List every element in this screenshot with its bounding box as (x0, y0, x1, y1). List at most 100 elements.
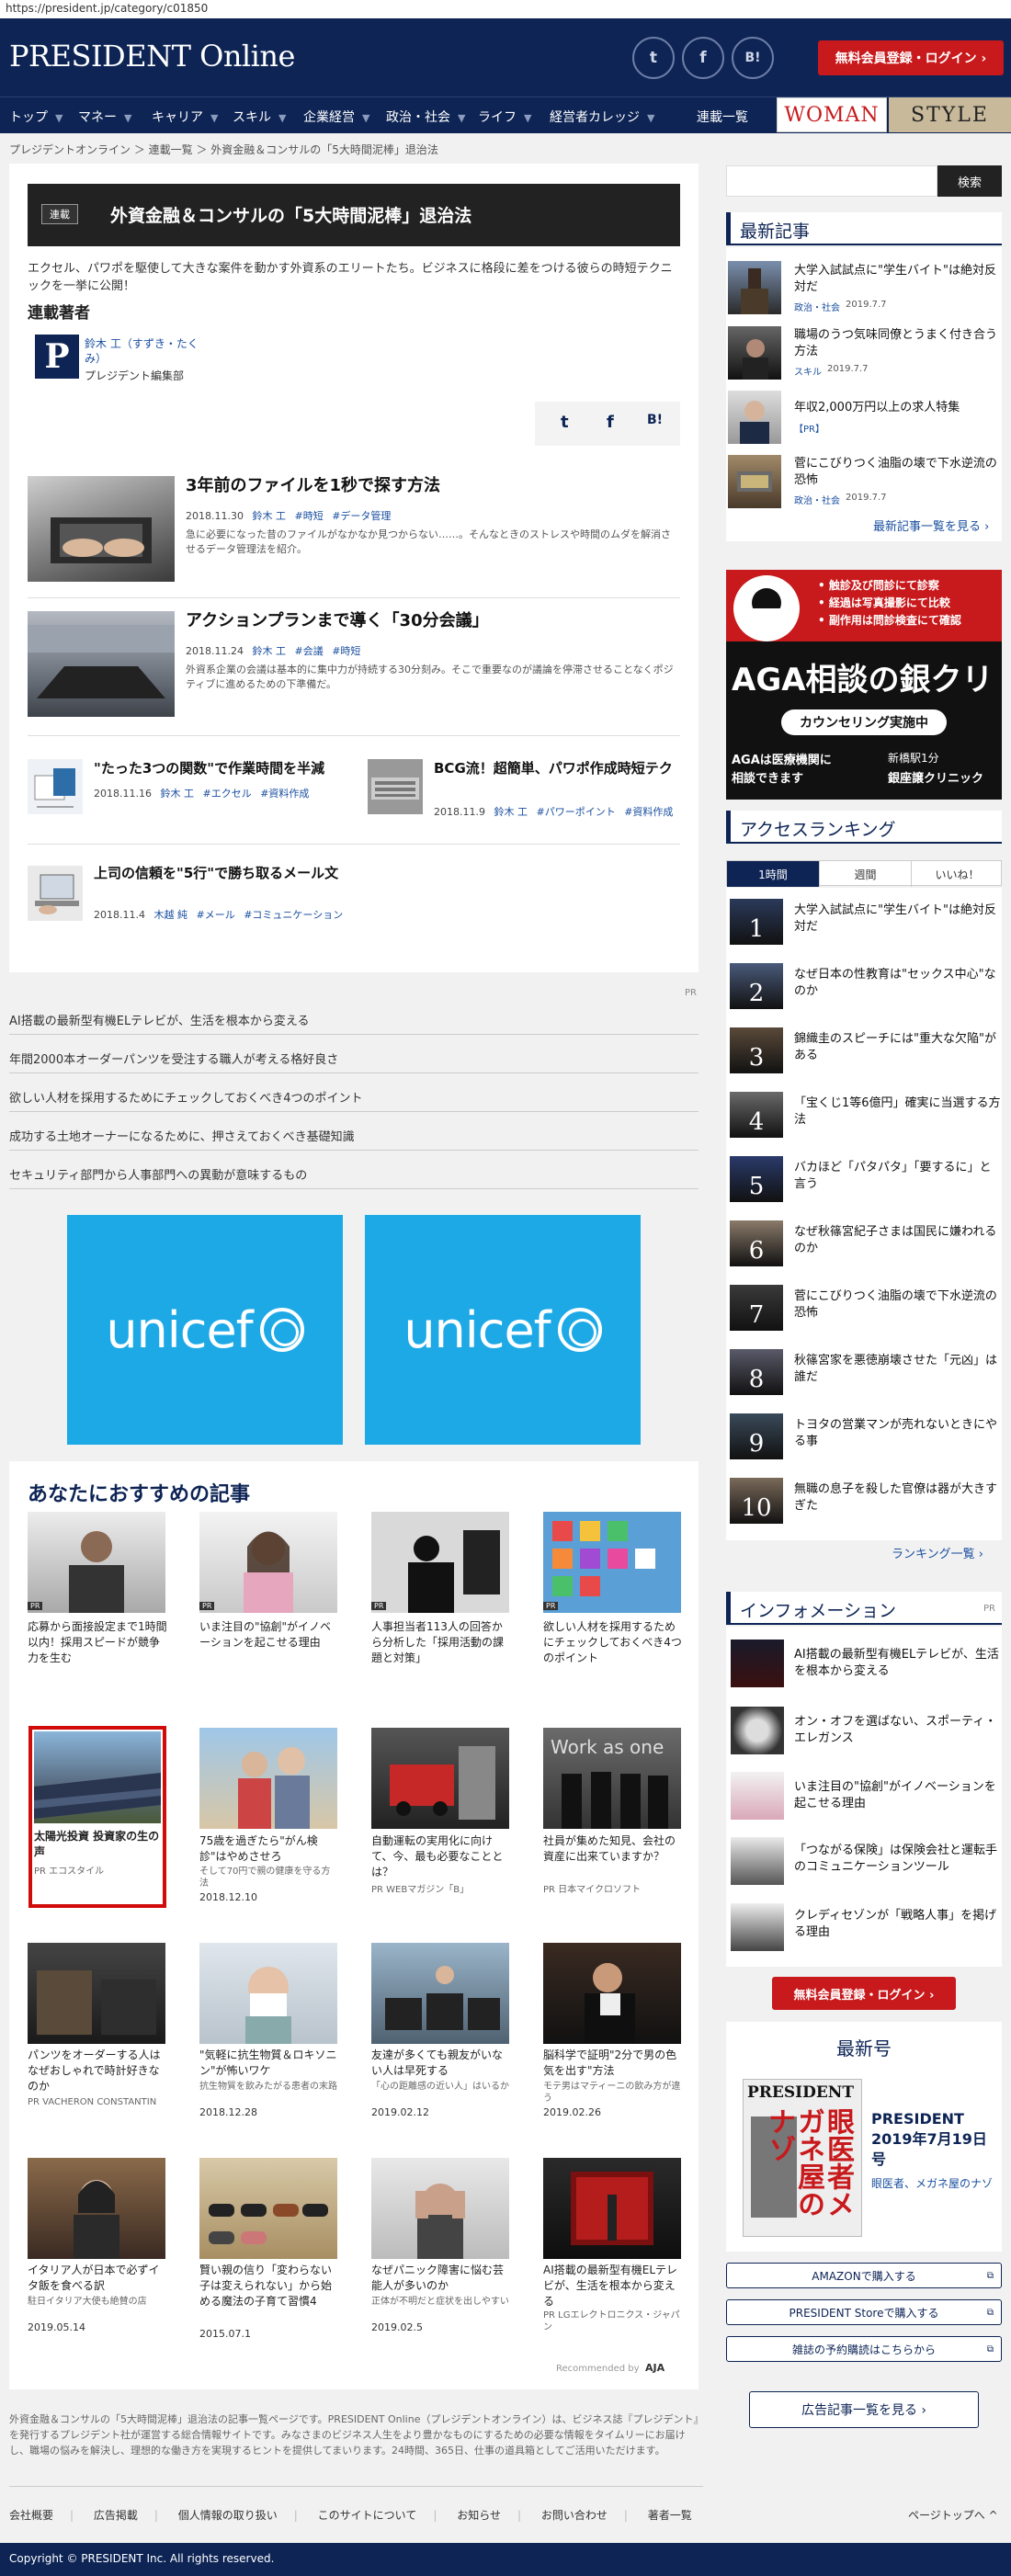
nav-item-life[interactable]: ライフ ▼ (478, 108, 531, 126)
article-tag[interactable]: #資料作成 (624, 806, 673, 818)
reco-text[interactable]: 75歳を過ぎたら"がん検診"はやめさせろ (199, 1833, 339, 1865)
article-author[interactable]: 鈴木 工 (252, 645, 286, 657)
nav-item-management[interactable]: 企業経営 ▼ (303, 108, 369, 126)
reco-image[interactable] (371, 1943, 509, 2044)
pr-link[interactable]: セキュリティ部門から人事部門への異動が意味するもの (9, 1165, 699, 1189)
article-thumb-excel[interactable] (28, 759, 83, 814)
article-tag[interactable]: #時短 (294, 510, 323, 522)
latest-title[interactable]: 大学入試試点に"学生バイト"は絶対反対だ (794, 263, 1001, 296)
pr-link[interactable]: 欲しい人材を採用するためにチェックしておくべき4つのポイント (9, 1088, 699, 1112)
reco-text[interactable]: 自動運転の実用化に向けて、今、最も必要なこととは？ (371, 1833, 511, 1880)
nav-item-money[interactable]: マネー ▼ (78, 108, 131, 126)
rank-title[interactable]: なぜ日本の性教育は"セックス中心"なのか (794, 967, 1001, 1000)
nav-item-series[interactable]: 連載一覧 (697, 108, 748, 126)
twitter-icon[interactable]: t (632, 37, 675, 79)
footer-link-about[interactable]: このサイトについて (318, 2509, 417, 2522)
article-author[interactable]: 鈴木 工 (160, 788, 194, 800)
article-tag[interactable]: #パワーポイント (536, 806, 615, 818)
article-title[interactable]: 上司の信頼を"5行"で勝ち取るメール文 (94, 864, 344, 883)
reco-image[interactable]: Work as one (543, 1728, 681, 1829)
latest-category[interactable]: 政治・社会 (794, 300, 840, 313)
article-thumb-mail[interactable] (28, 866, 83, 921)
reco-text[interactable]: 脳科学で証明"2分で男の色気を出す"方法 (543, 2048, 683, 2079)
rank-title[interactable]: 菅にこびりつく油脂の壊で下水逆流の恐怖 (794, 1288, 1001, 1322)
ranking-more-link[interactable]: ランキング一覧 › (892, 1544, 983, 1561)
nav-item-top[interactable]: トップ ▼ (9, 108, 62, 126)
rank-number[interactable]: 1 (730, 899, 783, 945)
reco-text[interactable]: なぜパニック障害に悩む芸能人が多いのか (371, 2263, 511, 2294)
pr-link[interactable]: AI搭載の最新型有機ELテレビが、生活を根本から変える (9, 1011, 699, 1035)
article-tag[interactable]: #時短 (332, 645, 360, 657)
latest-thumb[interactable] (728, 455, 781, 508)
info-thumb-watch[interactable] (731, 1707, 784, 1754)
article-thumb-keyboard[interactable] (368, 759, 423, 814)
info-title[interactable]: AI搭載の最新型有機ELテレビが、生活を根本から変える (794, 1647, 1001, 1680)
rank-number[interactable]: 5 (730, 1156, 783, 1202)
info-title[interactable]: クレディセゾンが「戦略人事」を掲げる理由 (794, 1908, 1001, 1941)
rank-number[interactable]: 7 (730, 1285, 783, 1331)
reco-text[interactable]: "気軽に抗生物質＆ロキソニン"が怖いワケ (199, 2048, 339, 2079)
ad-list-button[interactable]: 広告記事一覧を見る › (749, 2391, 979, 2428)
breadcrumb[interactable]: プレジデントオンライン ＞ 連載一覧 ＞ 外資金融＆コンサルの「5大時間泥棒」退… (9, 142, 438, 157)
article-tag[interactable]: #メール (196, 909, 234, 921)
article-title[interactable]: BCG流！超簡単、パワポ作成時短テク (434, 759, 680, 778)
reco-image[interactable] (28, 1512, 165, 1613)
article-author[interactable]: 木越 純 (153, 909, 187, 921)
rank-title[interactable]: トヨタの営業マンが売れないときにやる事 (794, 1417, 1001, 1450)
reco-text[interactable]: パンツをオーダーする人はなぜおしゃれで時計好きなのか (28, 2048, 167, 2094)
article-thumb-laptop[interactable] (28, 476, 175, 582)
search-input[interactable] (726, 165, 937, 197)
rank-number[interactable]: 3 (730, 1027, 783, 1073)
reco-text[interactable]: いま注目の"協創"がイノベーションを起こせる理由 (199, 1619, 339, 1651)
nav-item-career[interactable]: キャリア ▼ (152, 108, 218, 126)
latest-more-link[interactable]: 最新記事一覧を見る › (873, 516, 989, 534)
info-title[interactable]: いま注目の"協創"がイノベーションを起こせる理由 (794, 1779, 1001, 1812)
reco-image[interactable] (34, 1731, 161, 1823)
footer-link-authors[interactable]: 著者一覧 (648, 2509, 692, 2522)
latest-title[interactable]: 職場のうつ気味同僚とうまく付き合う方法 (794, 327, 1001, 360)
reco-image[interactable] (543, 1943, 681, 2044)
article-thumb-meeting[interactable] (28, 611, 175, 717)
rank-title[interactable]: バカほど「パタパタ」「要するに」と言う (794, 1160, 1001, 1193)
reco-image[interactable] (371, 1512, 509, 1613)
article-tag[interactable]: #データ管理 (332, 510, 391, 522)
latest-thumb[interactable] (728, 391, 781, 444)
reco-image[interactable] (28, 1943, 165, 2044)
page-top-link[interactable]: ページトップへ ^ (908, 2507, 998, 2523)
reco-image[interactable] (199, 2158, 337, 2259)
search-button[interactable]: 検索 (937, 165, 1002, 197)
nav-item-skill[interactable]: スキル ▼ (233, 108, 286, 126)
nav-item-college[interactable]: 経営者カレッジ ▼ (550, 108, 654, 126)
rank-number[interactable]: 2 (730, 963, 783, 1009)
reco-text[interactable]: 社員が集めた知見、会社の資産に出来ていますか？ (543, 1833, 683, 1865)
reco-image[interactable] (371, 2158, 509, 2259)
unicef-banner[interactable]: unicef (67, 1215, 343, 1445)
reco-image[interactable] (199, 1512, 337, 1613)
info-thumb-tv[interactable] (731, 1640, 784, 1687)
info-title[interactable]: オン・オフを選ばない、スポーティ・エレガンス (794, 1714, 1001, 1747)
footer-link-contact[interactable]: お問い合わせ (541, 2509, 608, 2522)
info-thumb-executive[interactable] (731, 1903, 784, 1951)
article-author[interactable]: 鈴木 工 (494, 806, 528, 818)
article-tag[interactable]: #資料作成 (260, 788, 309, 800)
rank-title[interactable]: 秋篠宮家を悪徳崩壊させた「元凶」は誰だ (794, 1353, 1001, 1386)
login-button[interactable]: 無料会員登録・ログイン › (818, 40, 1004, 75)
tab-likes[interactable]: いいね！ (911, 861, 1003, 887)
issue-title[interactable]: PRESIDENT 2019年7月19日号 (871, 2109, 1000, 2170)
rank-number[interactable]: 10 (730, 1478, 783, 1524)
rank-number[interactable]: 6 (730, 1220, 783, 1266)
article-tag[interactable]: #エクセル (202, 788, 251, 800)
pr-link[interactable]: 年間2000本オーダーパンツを受注する職人が考える格好良さ (9, 1050, 699, 1073)
browser-url[interactable]: https://president.jp/category/c01850 (0, 0, 1011, 18)
footer-link-company[interactable]: 会社概要 (9, 2509, 53, 2522)
reco-text[interactable]: 太陽光投資 投資家の生の声 (34, 1829, 161, 1860)
rank-number[interactable]: 9 (730, 1413, 783, 1459)
info-title[interactable]: 「つながる保険」は保険会社と運転手のコミュニケーションツール (794, 1843, 1001, 1876)
buy-amazon-button[interactable]: AMAZONで購入する ⧉ (726, 2263, 1002, 2288)
article-tag[interactable]: #会議 (294, 645, 323, 657)
tab-1hour[interactable]: 1時間 (727, 861, 819, 887)
tab-weekly[interactable]: 週間 (819, 861, 911, 887)
reco-image[interactable] (371, 1728, 509, 1829)
facebook-icon[interactable]: f (607, 413, 614, 432)
reco-text[interactable]: イタリア人が日本で必ずイタ飯を食べる訳 (28, 2263, 167, 2294)
